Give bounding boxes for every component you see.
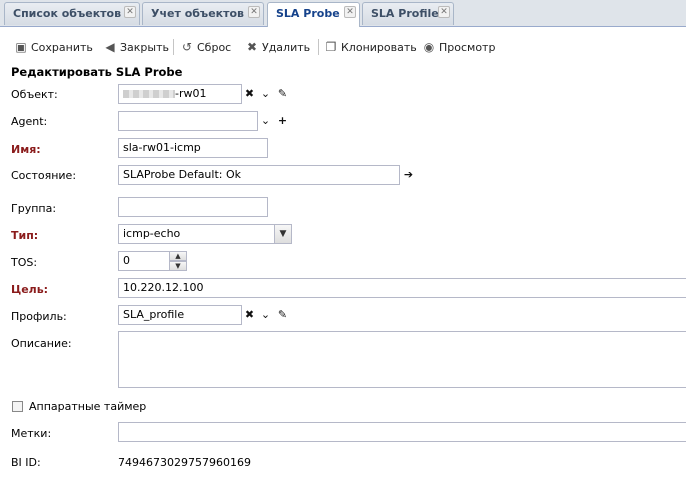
stepper-up-icon[interactable]: ▲	[170, 251, 187, 261]
chevron-down-icon[interactable]: ⌄	[258, 85, 273, 103]
tos-label: TOS:	[11, 256, 38, 269]
close-icon[interactable]: ✕	[248, 6, 260, 18]
name-label: Имя:	[11, 143, 41, 156]
target-field[interactable]: 10.220.12.100	[118, 278, 686, 298]
eye-icon: ◉	[423, 40, 435, 54]
copy-icon: ❐	[325, 40, 337, 54]
clear-icon[interactable]: ✖	[242, 306, 257, 324]
toolbar: ▣ Сохранить ◀ Закрыть ↺ Сброс ✖ Удалить ❐ Кло…	[0, 36, 686, 58]
group-label: Группа:	[11, 202, 57, 215]
tab-bar: Список объектов ✕ Учет объектов ✕ SLA Pr…	[0, 0, 686, 27]
state-label: Состояние:	[11, 169, 77, 182]
toolbar-separator	[318, 39, 319, 55]
type-label: Тип:	[11, 229, 39, 242]
tab-object-list[interactable]: Список объектов ✕	[4, 2, 140, 25]
hw-timers-label: Аппаратные таймер	[29, 400, 147, 413]
edit-icon[interactable]: ✎	[275, 85, 290, 103]
bi-id-label: BI ID:	[11, 456, 41, 469]
tos-stepper[interactable]: 0	[118, 251, 170, 271]
delete-button[interactable]: ✖ Удалить	[245, 39, 310, 55]
close-icon[interactable]: ✕	[124, 6, 136, 18]
tab-sla-profile[interactable]: SLA Profile ✕	[362, 2, 454, 25]
bi-id-value: 7494673029757960169	[118, 456, 251, 469]
reset-button[interactable]: ↺ Сброс	[180, 39, 231, 55]
object-label: Объект:	[11, 88, 58, 101]
redacted-text	[123, 90, 175, 98]
chevron-down-icon[interactable]: ⌄	[258, 112, 273, 130]
arrow-left-icon: ◀	[105, 40, 115, 54]
hw-timers-checkbox[interactable]	[12, 401, 23, 412]
profile-field[interactable]: SLA_profile	[118, 305, 242, 325]
close-icon[interactable]: ✕	[438, 6, 450, 18]
toolbar-separator	[173, 39, 174, 55]
chevron-down-icon[interactable]: ⌄	[258, 306, 273, 324]
view-button[interactable]: ◉ Просмотр	[422, 39, 496, 55]
state-field[interactable]: SLAProbe Default: Ok	[118, 165, 400, 185]
agent-label: Agent:	[11, 115, 48, 128]
edit-icon[interactable]: ✎	[275, 306, 290, 324]
close-button[interactable]: ◀ Закрыть	[103, 39, 169, 55]
tab-label: SLA Probe	[276, 7, 340, 20]
save-icon: ▣	[15, 40, 27, 54]
group-field[interactable]	[118, 197, 268, 217]
name-field[interactable]: sla-rw01-icmp	[118, 138, 268, 158]
clear-icon[interactable]: ✖	[242, 85, 257, 103]
target-label: Цель:	[11, 283, 49, 296]
tab-object-accounting[interactable]: Учет объектов ✕	[142, 2, 264, 25]
tab-label: Список объектов	[13, 7, 122, 20]
tab-label: SLA Profile	[371, 7, 439, 20]
profile-label: Профиль:	[11, 310, 67, 323]
tab-label: Учет объектов	[151, 7, 245, 20]
chevron-down-icon[interactable]: ▼	[275, 224, 292, 244]
stepper-down-icon[interactable]: ▼	[170, 261, 187, 271]
close-icon[interactable]: ✕	[344, 6, 356, 18]
tab-sla-probe[interactable]: SLA Probe ✕	[267, 2, 360, 27]
agent-field[interactable]	[118, 111, 258, 131]
form-title: Редактировать SLA Probe	[11, 65, 183, 79]
arrow-right-circle-icon[interactable]: ➔	[401, 166, 416, 184]
labels-label: Метки:	[11, 427, 52, 440]
delete-icon: ✖	[246, 40, 258, 54]
undo-icon: ↺	[181, 40, 193, 54]
description-label: Описание:	[11, 337, 72, 350]
save-button[interactable]: ▣ Сохранить	[14, 39, 93, 55]
labels-field[interactable]	[118, 422, 686, 442]
clone-button[interactable]: ❐ Клонировать	[324, 39, 417, 55]
object-field[interactable]: -rw01	[118, 84, 242, 104]
type-select[interactable]: icmp-echo	[118, 224, 275, 244]
description-textarea[interactable]	[118, 331, 686, 388]
add-icon[interactable]: +	[275, 112, 290, 130]
